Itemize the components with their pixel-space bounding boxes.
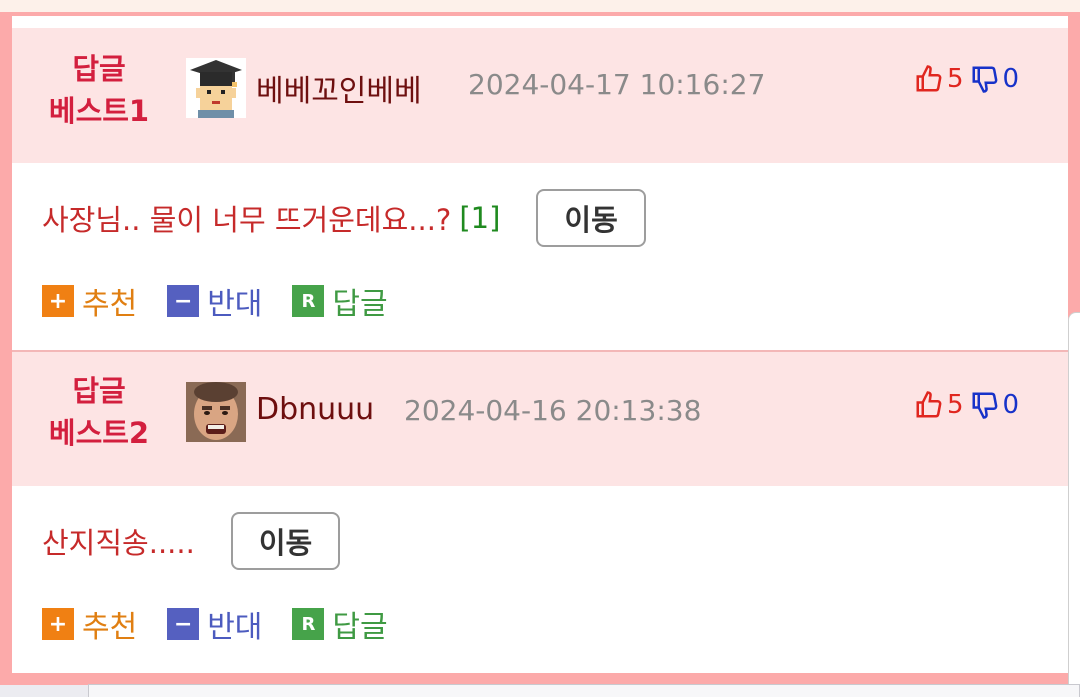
- nickname[interactable]: Dbnuuu: [256, 392, 374, 427]
- recommend-button[interactable]: + 추천: [42, 602, 137, 646]
- best-reply-1: 답글 베스트1 베베꼬인베베 2024-04-17 10:16:27 5 0 사…: [12, 28, 1068, 350]
- next-section-edge: [88, 684, 1080, 697]
- reply-content: 사장님.. 물이 너무 뜨거운데요...? [1] 이동: [42, 189, 646, 247]
- oppose-label: 반대: [207, 287, 263, 322]
- best-label: 답글 베스트1: [48, 52, 150, 128]
- reply-body: 산지직송..... 이동 + 추천 − 반대 R 답글: [12, 486, 1068, 673]
- plus-icon: +: [42, 608, 74, 640]
- plus-icon: +: [42, 285, 74, 317]
- upvote-count: 5: [947, 64, 964, 94]
- best-label: 답글 베스트2: [48, 374, 150, 450]
- nickname[interactable]: 베베꼬인베베: [256, 66, 422, 110]
- vote-counts: 5 0: [914, 64, 1019, 94]
- oppose-label: 반대: [207, 610, 263, 645]
- reply-r-icon: R: [292, 285, 325, 317]
- timestamp: 2024-04-16 20:13:38: [404, 394, 702, 427]
- reply-actions: + 추천 − 반대 R 답글: [42, 279, 418, 323]
- reply-content: 산지직송..... 이동: [42, 512, 341, 570]
- timestamp: 2024-04-17 10:16:27: [468, 68, 766, 101]
- reply-button[interactable]: R 답글: [292, 602, 388, 646]
- reply-button[interactable]: R 답글: [292, 279, 388, 323]
- thumbs-down-icon: [970, 64, 1000, 94]
- oppose-button[interactable]: − 반대: [167, 602, 262, 646]
- reply-r-icon: R: [292, 608, 325, 640]
- reply-body: 사장님.. 물이 너무 뜨거운데요...? [1] 이동 + 추천 − 반대 R…: [12, 163, 1068, 350]
- downvote-count: 0: [1002, 64, 1020, 94]
- thumbs-up-icon: [914, 64, 944, 94]
- scrollbar[interactable]: [1068, 312, 1080, 685]
- reply-text[interactable]: 사장님.. 물이 너무 뜨거운데요...?: [42, 197, 451, 239]
- reply-label: 답글: [332, 610, 388, 645]
- reply-header: 답글 베스트2 Dbnuuu 2024-04-16 20:13:38 5 0: [12, 350, 1068, 486]
- recommend-button[interactable]: + 추천: [42, 279, 137, 323]
- vote-counts: 5 0: [914, 390, 1019, 420]
- thumbs-down-icon: [970, 390, 1000, 420]
- oppose-button[interactable]: − 반대: [167, 279, 262, 323]
- face-photo-avatar[interactable]: [186, 382, 246, 442]
- graduate-avatar-icon[interactable]: [186, 58, 246, 118]
- reply-actions: + 추천 − 반대 R 답글: [42, 602, 418, 646]
- top-strip: [0, 0, 1080, 12]
- minus-icon: −: [167, 285, 200, 317]
- upvote-count: 5: [947, 390, 964, 420]
- recommend-label: 추천: [82, 610, 138, 645]
- reply-text[interactable]: 산지직송.....: [42, 520, 195, 562]
- move-button[interactable]: 이동: [230, 512, 341, 570]
- downvote-count: 0: [1002, 390, 1020, 420]
- recommend-label: 추천: [82, 287, 138, 322]
- thumbs-up-icon: [914, 390, 944, 420]
- reply-header: 답글 베스트1 베베꼬인베베 2024-04-17 10:16:27 5 0: [12, 28, 1068, 163]
- reply-label: 답글: [332, 287, 388, 322]
- comment-count: [1]: [459, 201, 501, 235]
- move-button[interactable]: 이동: [536, 189, 646, 247]
- minus-icon: −: [167, 608, 200, 640]
- best-reply-2: 답글 베스트2 Dbnuuu 2024-04-16 20:13:38 5 0 산…: [12, 350, 1068, 673]
